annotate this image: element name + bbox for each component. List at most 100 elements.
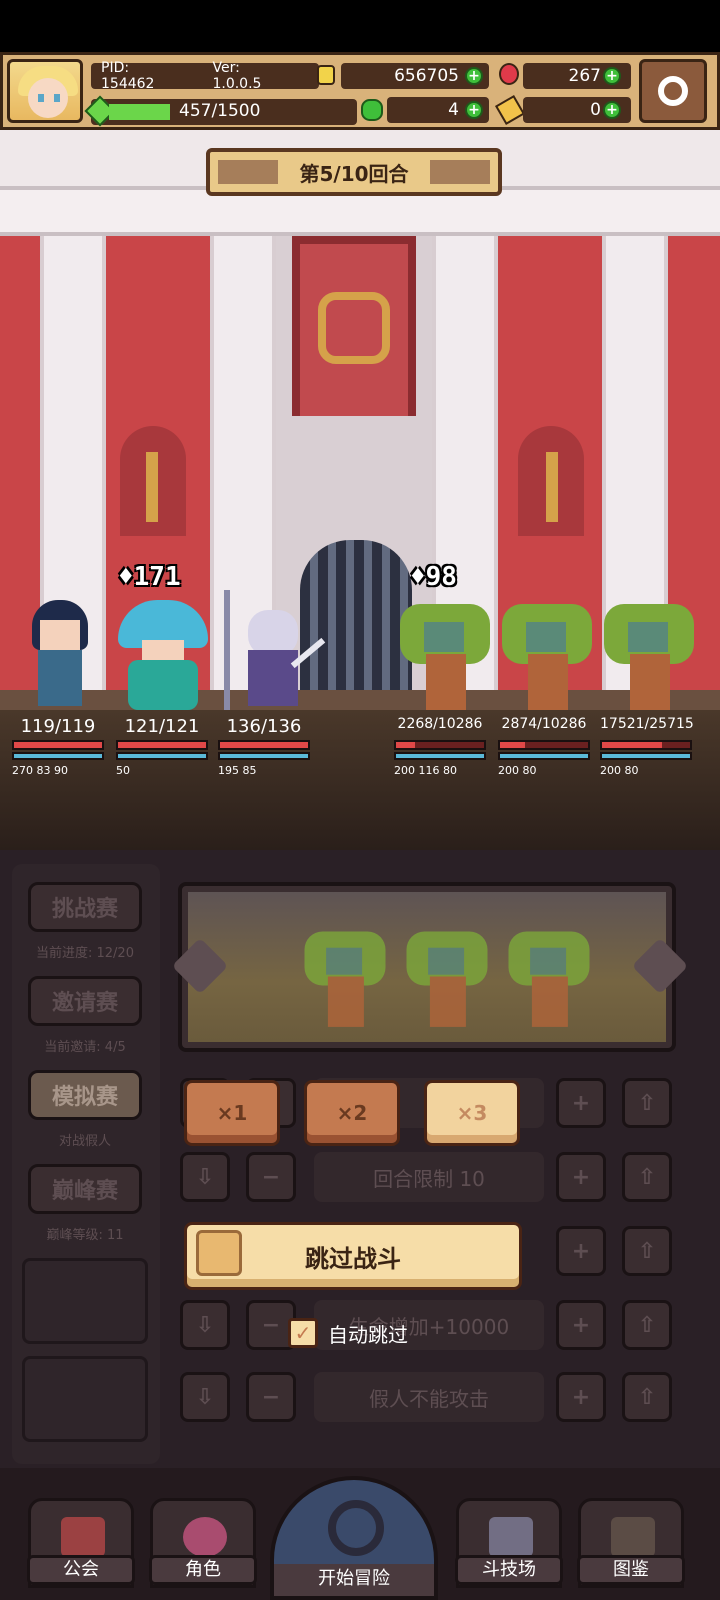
unit-stats-strip: 119/119 270 83 90 121/121 50 136/136 195… [0, 710, 720, 850]
upload-icon[interactable]: ⇧ [622, 1226, 672, 1276]
clover-amount: 4 [448, 100, 459, 120]
unit-status: 119/119 270 83 90 [12, 716, 104, 777]
enemy-tree-dummy[interactable] [400, 604, 490, 710]
unit-status: 121/121 50 [116, 716, 208, 777]
minus-button[interactable]: − [246, 1372, 296, 1422]
mp-bar [116, 752, 208, 760]
hp-text: 119/119 [20, 716, 96, 737]
buff-values: 200 80 [600, 764, 639, 777]
plus-button[interactable]: + [556, 1078, 606, 1128]
hp-bar [600, 740, 692, 750]
add-gold-button[interactable]: + [465, 67, 483, 85]
enemy-tree-dummy[interactable] [604, 604, 694, 710]
simulation-desc: 对战假人 [58, 1134, 111, 1149]
hp-text: 121/121 [124, 716, 200, 737]
hero-damage-number: ♦171 [118, 562, 181, 592]
gold-amount: 656705 [394, 66, 459, 86]
key-amount: 0 [590, 100, 601, 120]
download-icon[interactable]: ⇩ [180, 1372, 230, 1422]
upload-icon[interactable]: ⇧ [622, 1300, 672, 1350]
empty-slot [22, 1356, 148, 1442]
buff-values: 50 [116, 764, 130, 777]
settings-gear-button[interactable] [639, 59, 707, 123]
add-ruby-button[interactable]: + [603, 67, 621, 85]
codex-book-icon [611, 1517, 655, 1557]
nav-character-label: 角色 [149, 1555, 257, 1585]
key-icon [494, 94, 526, 126]
auto-skip-label: 自动跳过 [328, 1322, 408, 1347]
guild-hall-icon [61, 1517, 105, 1557]
preview-enemy [406, 931, 488, 1031]
upload-icon[interactable]: ⇧ [622, 1372, 672, 1422]
enemy-damage-number: ♦98 [410, 562, 457, 592]
plus-button[interactable]: + [556, 1226, 606, 1276]
game-version: Ver: 1.0.0.5 [212, 60, 262, 92]
buff-values: 200 80 [498, 764, 537, 777]
peak-match-button[interactable]: 巅峰赛 [28, 1164, 142, 1214]
player-avatar[interactable] [7, 59, 83, 123]
crossed-swords-icon [489, 1517, 533, 1557]
iron-gate [300, 540, 412, 710]
add-key-button[interactable]: + [603, 101, 621, 119]
simulation-match-button[interactable]: 模拟赛 [28, 1070, 142, 1120]
challenge-progress: 当前进度: 12/20 [36, 946, 134, 961]
hero-mushroom-mage[interactable] [118, 600, 208, 710]
character-icon [183, 1517, 227, 1557]
hp-bar [218, 740, 310, 750]
hero-archer[interactable] [14, 600, 104, 710]
top-status-bar: PID: 154462 Ver: 1.0.0.5 656705 + 267 + … [0, 52, 720, 130]
mp-bar [498, 752, 590, 760]
plus-button[interactable]: + [556, 1152, 606, 1202]
hp-text: 2268/10286 [397, 716, 483, 732]
add-clover-button[interactable]: + [465, 101, 483, 119]
crest-banner [292, 236, 416, 416]
exp-fill [109, 104, 170, 120]
dummy-no-attack-label: 假人不能攻击 [314, 1372, 544, 1422]
nav-arena-label: 斗技场 [455, 1555, 563, 1585]
hp-text: 2874/10286 [501, 716, 587, 732]
download-icon[interactable]: ⇩ [180, 1300, 230, 1350]
experience-bar: 457/1500 [84, 95, 357, 127]
plus-button[interactable]: + [556, 1372, 606, 1422]
challenge-match-button[interactable]: 挑战赛 [28, 882, 142, 932]
gear-icon [658, 76, 688, 106]
opponent-preview [178, 882, 676, 1052]
round-indicator: 第5/10回合 [206, 148, 502, 196]
peak-level: 巅峰等级: 11 [46, 1228, 124, 1243]
speed-x1-button[interactable]: ×1 [184, 1080, 280, 1146]
buff-values: 200 116 80 [394, 764, 457, 777]
hp-text: 17521/25715 [600, 716, 694, 732]
upload-icon[interactable]: ⇧ [622, 1152, 672, 1202]
auto-skip-toggle[interactable]: ✓ 自动跳过 [288, 1318, 408, 1348]
ruby-amount: 267 [568, 66, 601, 86]
speed-x2-button[interactable]: ×2 [304, 1080, 400, 1146]
hp-text: 136/136 [226, 716, 302, 737]
download-icon[interactable]: ⇩ [180, 1152, 230, 1202]
minus-button[interactable]: − [246, 1152, 296, 1202]
nav-guild[interactable]: 公会 [27, 1498, 135, 1588]
mp-bar [12, 752, 104, 760]
hero-knight[interactable] [218, 590, 326, 710]
player-info: PID: 154462 Ver: 1.0.0.5 [91, 60, 319, 92]
sword-emblem-icon [546, 452, 558, 522]
magnifier-icon [328, 1500, 384, 1556]
invite-progress: 当前邀请: 4/5 [44, 1040, 126, 1055]
unit-status: 136/136 195 85 [218, 716, 310, 777]
auto-skip-checkbox[interactable]: ✓ [288, 1318, 318, 1348]
speed-x3-button[interactable]: ×3 [424, 1080, 520, 1146]
nav-arena[interactable]: 斗技场 [455, 1498, 563, 1588]
unit-status: 17521/25715 200 80 [600, 716, 694, 777]
nav-character[interactable]: 角色 [149, 1498, 257, 1588]
invite-match-button[interactable]: 邀请赛 [28, 976, 142, 1026]
nav-codex[interactable]: 图鉴 [577, 1498, 685, 1588]
mp-bar [394, 752, 486, 760]
upload-icon[interactable]: ⇧ [622, 1078, 672, 1128]
preview-enemy [508, 931, 590, 1031]
ruby-icon [499, 63, 519, 85]
hp-bar [116, 740, 208, 750]
buff-values: 270 83 90 [12, 764, 68, 777]
clover-icon [361, 99, 383, 121]
battle-scene: ♦171 ♦98 [0, 130, 720, 710]
plus-button[interactable]: + [556, 1300, 606, 1350]
enemy-tree-dummy[interactable] [502, 604, 592, 710]
